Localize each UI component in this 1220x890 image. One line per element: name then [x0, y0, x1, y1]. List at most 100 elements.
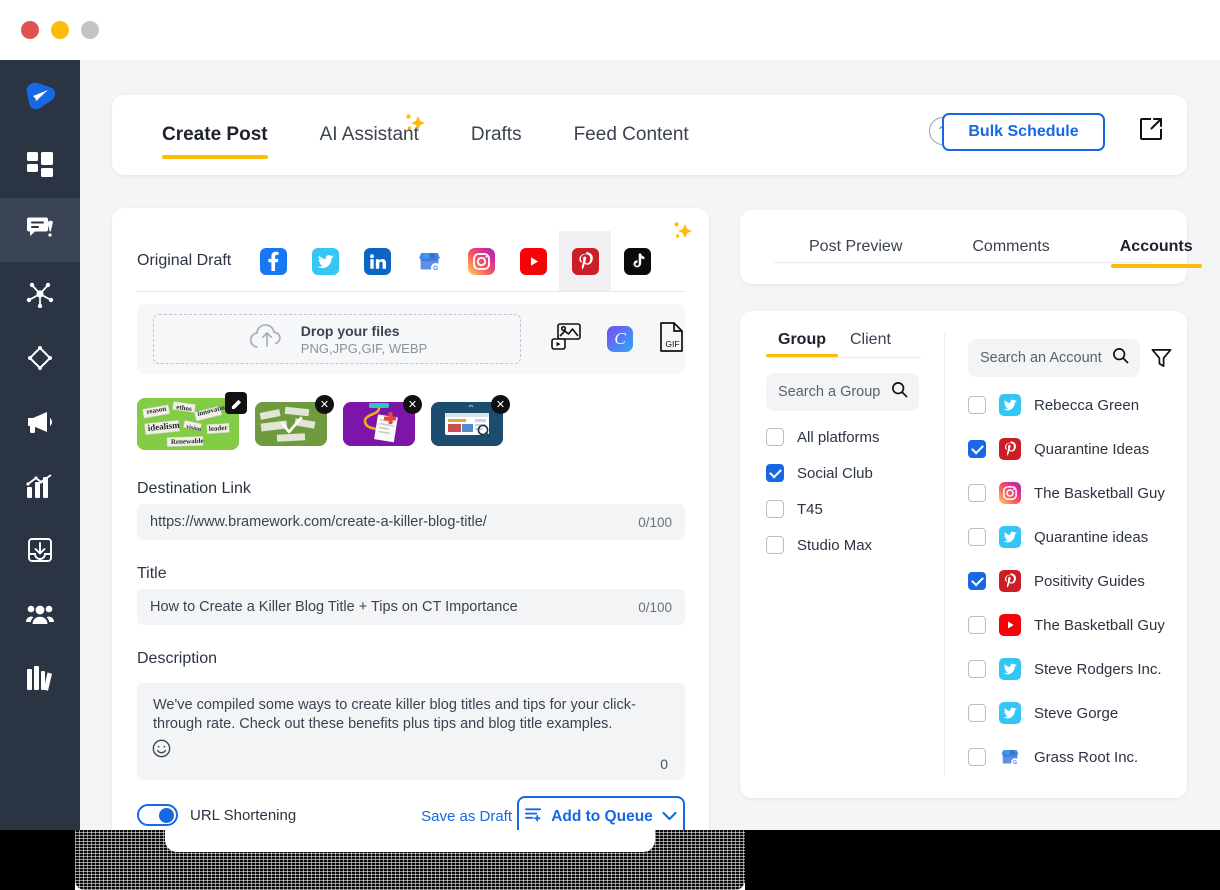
- tab-create-post[interactable]: Create Post: [136, 124, 294, 146]
- draft-divider: [137, 291, 685, 292]
- account-row-the-basketball-guy-instagram[interactable]: The Basketball Guy: [968, 482, 1165, 504]
- account-row-quarantine-ideas[interactable]: Quarantine Ideas: [968, 438, 1149, 460]
- group-search-input[interactable]: Search a Group: [766, 373, 919, 411]
- account-row-rebecca-green[interactable]: Rebecca Green: [968, 394, 1139, 416]
- platform-facebook[interactable]: [247, 231, 299, 291]
- checkbox[interactable]: [766, 500, 784, 518]
- platform-instagram[interactable]: [455, 231, 507, 291]
- dropzone[interactable]: Drop your files PNG,JPG,GIF, WEBP: [153, 314, 521, 364]
- checkbox[interactable]: [968, 572, 986, 590]
- account-row-the-basketball-guy-youtube[interactable]: The Basketball Guy: [968, 614, 1165, 636]
- canva-icon[interactable]: C: [607, 326, 633, 352]
- title-input[interactable]: How to Create a Killer Blog Title + Tips…: [137, 589, 685, 625]
- checkbox[interactable]: [968, 660, 986, 678]
- tab-group[interactable]: Group: [766, 331, 838, 357]
- tab-ai-assistant-label: AI Assistant: [320, 124, 419, 145]
- checkbox[interactable]: [968, 748, 986, 766]
- instagram-icon: [468, 248, 495, 275]
- title-counter: 0/100: [638, 600, 672, 615]
- close-button[interactable]: [21, 21, 39, 39]
- checkbox[interactable]: [968, 528, 986, 546]
- analytics-icon: [26, 473, 54, 499]
- account-row-quarantine-ideas-twitter[interactable]: Quarantine ideas: [968, 526, 1148, 548]
- checkbox[interactable]: [968, 484, 986, 502]
- page-edge-left: [0, 830, 75, 890]
- svg-text:Renewable: Renewable: [171, 437, 204, 446]
- bulk-schedule-button[interactable]: Bulk Schedule: [942, 113, 1105, 151]
- checkbox[interactable]: [766, 536, 784, 554]
- cloud-upload-icon: [247, 322, 287, 357]
- account-label: Grass Root Inc.: [1034, 749, 1138, 766]
- platform-linkedin[interactable]: [351, 231, 403, 291]
- account-label: The Basketball Guy: [1034, 617, 1165, 634]
- account-row-grass-root-inc[interactable]: G Grass Root Inc.: [968, 746, 1138, 768]
- platform-tiktok[interactable]: [611, 231, 663, 291]
- account-row-steve-rodgers-inc[interactable]: Steve Rodgers Inc.: [968, 658, 1162, 680]
- tab-drafts[interactable]: Drafts: [445, 124, 548, 146]
- account-row-steve-gorge[interactable]: Steve Gorge: [968, 702, 1118, 724]
- platform-pinterest[interactable]: [559, 231, 611, 291]
- compose-icon[interactable]: [1139, 117, 1163, 146]
- destination-link-label: Destination Link: [137, 480, 251, 498]
- thumbnail-purple-note[interactable]: ✕: [343, 402, 415, 446]
- sidebar-item-analytics[interactable]: [0, 454, 80, 518]
- account-search-input[interactable]: Search an Account: [968, 339, 1140, 377]
- group-label: T45: [797, 501, 823, 518]
- checkbox[interactable]: [968, 616, 986, 634]
- thumbnail-idealism[interactable]: reason ethos innovation idealism vision …: [137, 398, 239, 450]
- thumbnail-blog-screen[interactable]: ✕: [431, 402, 503, 446]
- group-checkbox-all-platforms[interactable]: All platforms: [766, 428, 880, 446]
- group-checkbox-studio-max[interactable]: Studio Max: [766, 536, 872, 554]
- account-row-positivity-guides[interactable]: Positivity Guides: [968, 570, 1145, 592]
- sidebar-item-target[interactable]: [0, 326, 80, 390]
- zoom-button[interactable]: [81, 21, 99, 39]
- twitter-icon: [999, 658, 1021, 680]
- minimize-button[interactable]: [51, 21, 69, 39]
- sidebar-item-network[interactable]: [0, 262, 80, 326]
- tab-post-preview[interactable]: Post Preview: [774, 238, 937, 256]
- thumbnail-remove-button[interactable]: ✕: [315, 395, 334, 414]
- stock-media-icon[interactable]: [551, 323, 581, 356]
- pinterest-icon: [999, 438, 1021, 460]
- gif-icon[interactable]: GIF: [659, 322, 685, 357]
- platform-youtube[interactable]: [507, 231, 559, 291]
- preview-tabs: Post Preview Comments Accounts: [740, 210, 1187, 284]
- description-textarea[interactable]: We've compiled some ways to create kille…: [137, 683, 685, 780]
- thumbnail-idealism-small[interactable]: ✕: [255, 402, 327, 446]
- checkbox[interactable]: [766, 428, 784, 446]
- destination-link-input[interactable]: https://www.bramework.com/create-a-kille…: [137, 504, 685, 540]
- tab-feed-content[interactable]: Feed Content: [548, 124, 715, 146]
- sidebar-item-inbox[interactable]: [0, 518, 80, 582]
- group-checkbox-t45[interactable]: T45: [766, 500, 823, 518]
- sidebar-item-send-logo[interactable]: [0, 60, 80, 132]
- url-shortening-toggle[interactable]: [137, 804, 178, 826]
- sidebar-item-library[interactable]: [0, 646, 80, 710]
- thumbnail-remove-button[interactable]: ✕: [491, 395, 510, 414]
- tab-client-label: Client: [850, 331, 891, 348]
- save-as-draft-button[interactable]: Save as Draft: [421, 808, 512, 825]
- title-value: How to Create a Killer Blog Title + Tips…: [150, 599, 638, 615]
- thumbnail-edit-button[interactable]: [225, 392, 247, 414]
- sidebar-item-compose[interactable]: [0, 198, 80, 262]
- sidebar-item-team[interactable]: [0, 582, 80, 646]
- emoji-smile-icon[interactable]: [152, 739, 171, 764]
- tab-ai-assistant[interactable]: AI Assistant: [294, 124, 445, 146]
- sidebar-item-dashboard[interactable]: [0, 132, 80, 198]
- tab-comments[interactable]: Comments: [937, 238, 1084, 256]
- checkbox[interactable]: [968, 440, 986, 458]
- filter-icon[interactable]: [1150, 346, 1173, 374]
- checkbox[interactable]: [968, 396, 986, 414]
- checkbox[interactable]: [968, 704, 986, 722]
- checkbox[interactable]: [766, 464, 784, 482]
- tab-accounts[interactable]: Accounts: [1085, 238, 1220, 256]
- thumbnail-remove-button[interactable]: ✕: [403, 395, 422, 414]
- top-nav-tabs: Create Post AI Assistant Drafts Feed Con…: [136, 95, 715, 175]
- group-checkbox-social-club[interactable]: Social Club: [766, 464, 873, 482]
- tab-create-post-label: Create Post: [162, 124, 268, 145]
- platform-twitter[interactable]: [299, 231, 351, 291]
- accounts-panel-card: Group Client Search a Group All platform…: [740, 311, 1187, 798]
- account-label: Quarantine ideas: [1034, 529, 1148, 546]
- sidebar-item-megaphone[interactable]: [0, 390, 80, 454]
- platform-google-business[interactable]: G: [403, 231, 455, 291]
- tab-client[interactable]: Client: [838, 331, 903, 357]
